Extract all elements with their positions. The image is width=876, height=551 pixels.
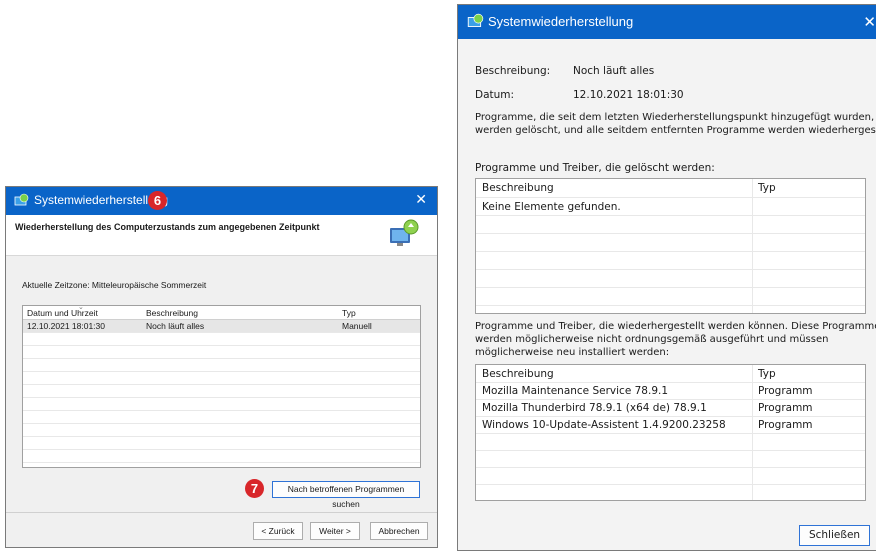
cancel-button[interactable]: Abbrechen bbox=[370, 522, 428, 540]
program-name: Windows 10-Update-Assistent 1.4.9200.232… bbox=[482, 419, 726, 431]
empty-row bbox=[23, 359, 420, 372]
empty-row bbox=[23, 411, 420, 424]
date-label: Datum: bbox=[475, 89, 515, 101]
empty-row bbox=[23, 333, 420, 346]
header-title: Wiederherstellung des Computerzustands z… bbox=[15, 222, 320, 232]
restored-heading-line1: Programme und Treiber, die wiederhergest… bbox=[475, 321, 876, 332]
close-button[interactable]: Schließen bbox=[799, 525, 870, 546]
restored-heading-line2: werden möglicherweise nicht ordnungsgemä… bbox=[475, 334, 829, 345]
program-type: Programm bbox=[758, 385, 813, 397]
close-icon[interactable]: ✕ bbox=[863, 13, 876, 31]
restored-programs-table: Beschreibung Typ Mozilla Maintenance Ser… bbox=[475, 364, 866, 501]
empty-row bbox=[476, 216, 865, 234]
deleted-programs-table: Beschreibung Typ Keine Elemente gefunden… bbox=[475, 178, 866, 314]
column-header-type[interactable]: Typ bbox=[758, 368, 776, 380]
table-header: Beschreibung Typ bbox=[476, 365, 865, 383]
sort-chevron-icon: ⌄ bbox=[78, 305, 84, 311]
list-item: Keine Elemente gefunden. bbox=[476, 198, 865, 216]
table-header: Datum und Uhrzeit ⌄ Beschreibung Typ bbox=[23, 306, 420, 320]
affected-programs-window: Systemwiederherstellung ✕ Beschreibung: … bbox=[457, 4, 876, 551]
list-item[interactable]: Mozilla Maintenance Service 78.9.1 Progr… bbox=[476, 383, 865, 400]
column-header-type[interactable]: Typ bbox=[758, 182, 776, 194]
empty-row bbox=[23, 424, 420, 437]
empty-row bbox=[23, 450, 420, 463]
info-text-line1: Programme, die seit dem letzten Wiederhe… bbox=[475, 112, 875, 123]
back-button[interactable]: < Zurück bbox=[253, 522, 303, 540]
table-row[interactable]: 12.10.2021 18:01:30 Noch läuft alles Man… bbox=[23, 320, 420, 333]
next-button[interactable]: Weiter > bbox=[310, 522, 360, 540]
step-badge-7: 7 bbox=[245, 479, 264, 498]
column-header-date[interactable]: Datum und Uhrzeit bbox=[27, 308, 98, 318]
restore-wizard-window: Systemwiederherstellung 6 ✕ Wiederherste… bbox=[5, 186, 438, 548]
system-restore-icon bbox=[467, 13, 484, 27]
empty-row bbox=[23, 372, 420, 385]
wizard-header: Wiederherstellung des Computerzustands z… bbox=[6, 215, 437, 256]
empty-row bbox=[476, 451, 865, 468]
column-header-description[interactable]: Beschreibung bbox=[482, 182, 554, 194]
title-bar: Systemwiederherstellung ✕ bbox=[458, 5, 876, 39]
restore-points-table: Datum und Uhrzeit ⌄ Beschreibung Typ 12.… bbox=[22, 305, 421, 468]
program-name: Mozilla Maintenance Service 78.9.1 bbox=[482, 385, 669, 397]
empty-row bbox=[476, 252, 865, 270]
info-text-line2: werden gelöscht, und alle seitdem entfer… bbox=[475, 125, 876, 136]
empty-row bbox=[23, 346, 420, 359]
list-item[interactable]: Windows 10-Update-Assistent 1.4.9200.232… bbox=[476, 417, 865, 434]
table-header: Beschreibung Typ bbox=[476, 179, 865, 198]
date-value: 12.10.2021 18:01:30 bbox=[573, 89, 684, 101]
system-restore-icon bbox=[14, 193, 29, 206]
description-value: Noch läuft alles bbox=[573, 65, 655, 77]
empty-row bbox=[476, 434, 865, 451]
window-title: Systemwiederherstellung bbox=[488, 14, 634, 29]
description-label: Beschreibung: bbox=[475, 65, 551, 77]
program-type: Programm bbox=[758, 419, 813, 431]
empty-row bbox=[476, 270, 865, 288]
close-icon[interactable]: ✕ bbox=[415, 192, 427, 208]
row-type: Manuell bbox=[342, 321, 372, 331]
wizard-footer: < Zurück Weiter > Abbrechen bbox=[6, 512, 437, 547]
column-header-description[interactable]: Beschreibung bbox=[482, 368, 554, 380]
step-badge-6: 6 bbox=[148, 191, 167, 210]
timezone-label: Aktuelle Zeitzone: Mitteleuropäische Som… bbox=[22, 280, 207, 290]
column-header-type[interactable]: Typ bbox=[342, 308, 356, 318]
empty-message: Keine Elemente gefunden. bbox=[482, 201, 621, 213]
row-description: Noch läuft alles bbox=[146, 321, 205, 331]
deleted-heading: Programme und Treiber, die gelöscht werd… bbox=[475, 162, 715, 174]
computer-restore-icon bbox=[390, 219, 419, 246]
program-type: Programm bbox=[758, 402, 813, 414]
row-date: 12.10.2021 18:01:30 bbox=[27, 321, 105, 331]
empty-row bbox=[476, 234, 865, 252]
title-bar: Systemwiederherstellung 6 ✕ bbox=[6, 187, 437, 215]
list-item[interactable]: Mozilla Thunderbird 78.9.1 (x64 de) 78.9… bbox=[476, 400, 865, 417]
column-header-description[interactable]: Beschreibung bbox=[146, 308, 198, 318]
empty-row bbox=[23, 385, 420, 398]
scan-affected-programs-button[interactable]: Nach betroffenen Programmen suchen bbox=[272, 481, 420, 509]
empty-row bbox=[476, 288, 865, 306]
restored-heading-line3: möglicherweise neu installiert werden: bbox=[475, 347, 670, 358]
empty-row bbox=[23, 398, 420, 411]
program-name: Mozilla Thunderbird 78.9.1 (x64 de) 78.9… bbox=[482, 402, 707, 414]
empty-row bbox=[23, 437, 420, 450]
empty-row bbox=[476, 468, 865, 485]
